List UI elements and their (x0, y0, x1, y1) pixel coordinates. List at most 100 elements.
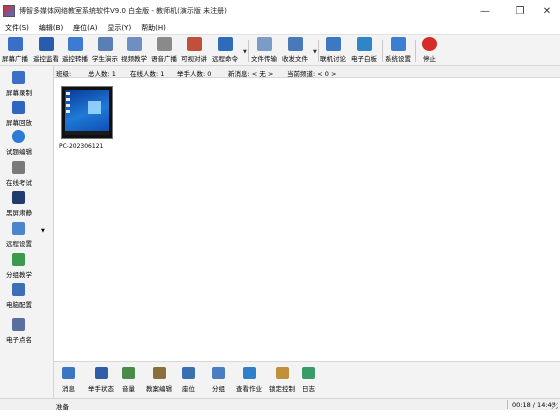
remote-relay-button[interactable]: 遥控转播 (62, 36, 88, 65)
desktop-wallpaper (65, 90, 109, 131)
class-label: 班级: (56, 70, 72, 78)
voice-broadcast-button[interactable]: 语音广播 (151, 36, 177, 65)
remote-command-button[interactable]: 远程命令 (212, 36, 238, 65)
remote-monitor-button[interactable]: 遥控监看 (33, 36, 59, 65)
view-homework-button[interactable]: 查看作业 (236, 367, 262, 397)
log-icon (302, 367, 315, 379)
playback-icon (12, 101, 25, 114)
volume-button[interactable]: 音量 (122, 367, 135, 397)
computer-icon (12, 283, 25, 296)
sidebar-item-pc-config[interactable]: 电脑配置 (0, 282, 54, 312)
monitor-grid-icon (38, 37, 54, 51)
video-icon (126, 37, 142, 51)
current-channel-status: 当前频道: < 0 > (287, 70, 337, 78)
folder-icon (287, 37, 303, 51)
toolbar-separator (318, 40, 319, 62)
gear-icon (390, 37, 406, 51)
hand-raise-status-button[interactable]: 举手状态 (88, 367, 114, 397)
class-stats-bar: 班级: 总人数: 1 在线人数: 1 举手人数: 0 新消息: < 无 > 当前… (54, 66, 560, 78)
remote-settings-dropdown-icon[interactable]: ▼ (41, 228, 45, 234)
sidebar-item-black-screen[interactable]: 黑屏肃静 (0, 190, 54, 220)
taskbar (65, 131, 109, 135)
sidebar-item-roll-call[interactable]: 电子点名 (0, 317, 54, 347)
student-pc-tile[interactable]: PC-202306121 (59, 86, 113, 152)
online-discussion-button[interactable]: 联机讨论 (320, 36, 346, 65)
seat-button[interactable]: 座位 (182, 367, 195, 397)
roll-call-icon (12, 318, 25, 331)
microphone-icon (156, 37, 172, 51)
group-icon (212, 367, 225, 379)
menu-edit[interactable]: 编辑(B) (34, 23, 68, 33)
status-text: 准备 (56, 403, 69, 411)
volume-icon (122, 367, 135, 379)
minimize-button[interactable]: — (470, 0, 500, 22)
command-icon (217, 37, 233, 51)
monitor-icon (7, 37, 23, 51)
message-button[interactable]: 消息 (62, 367, 75, 397)
toolbar-separator (415, 40, 416, 62)
log-button[interactable]: 日志 (302, 367, 315, 397)
windows-logo-icon (88, 101, 101, 114)
lesson-plan-edit-button[interactable]: 教案编辑 (146, 367, 172, 397)
sidebar-item-group-teaching[interactable]: 分组教学 (0, 252, 54, 282)
video-intercom-button[interactable]: 可视对讲 (181, 36, 207, 65)
screen-broadcast-button[interactable]: 屏幕广播 (2, 36, 28, 65)
close-button[interactable]: ✕ (532, 0, 560, 22)
new-message-status: 新消息: < 无 > (228, 70, 274, 78)
sidebar-item-screen-record[interactable]: 屏幕录制 (0, 70, 54, 100)
lock-icon (275, 367, 289, 379)
relay-icon (67, 37, 83, 51)
remote-command-dropdown-icon[interactable]: ▼ (243, 49, 247, 55)
remote-settings-icon (12, 222, 25, 235)
system-settings-button[interactable]: 系统设置 (385, 36, 411, 65)
message-icon (62, 367, 75, 379)
desktop-icons (66, 92, 70, 116)
student-pc-name: PC-202306121 (59, 143, 104, 150)
send-receive-dropdown-icon[interactable]: ▼ (313, 49, 317, 55)
homework-icon (242, 367, 256, 379)
maximize-button[interactable]: ❐ (505, 0, 535, 22)
video-teaching-button[interactable]: 视频教学 (121, 36, 147, 65)
menu-help[interactable]: 帮助(H) (136, 23, 171, 33)
sidebar-item-remote-settings[interactable]: 远程设置 ▼ (0, 221, 54, 251)
menu-file[interactable]: 文件(S) (0, 23, 34, 33)
lesson-plan-icon (152, 367, 166, 379)
window-title: 博智多媒体网络教室系统软件V9.0 白金版 - 教师机(演示版 未注册) (19, 7, 227, 15)
intercom-icon (186, 37, 202, 51)
student-grid: PC-202306121 (54, 78, 560, 361)
lock-control-button[interactable]: 锁定控制 (269, 367, 295, 397)
seat-icon (182, 367, 195, 379)
sidebar-item-screen-playback[interactable]: 屏幕回放 (0, 100, 54, 130)
send-receive-file-button[interactable]: 收发文件 (282, 36, 308, 65)
record-icon (12, 71, 25, 84)
resize-grip-icon[interactable] (551, 402, 558, 409)
student-screen-thumbnail[interactable] (61, 86, 113, 139)
bottom-toolbar: 消息 举手状态 音量 教案编辑 座位 分组 查看作业 锁定控制 日志 (54, 361, 560, 398)
menu-seat[interactable]: 座位(A) (68, 23, 102, 33)
sidebar-item-exam-editor[interactable]: 试题编辑 (0, 129, 54, 159)
student-demo-button[interactable]: 学生演示 (92, 36, 118, 65)
stop-icon (422, 37, 437, 51)
session-timer: 00:18 / 14:43 (512, 401, 556, 409)
online-count: 在线人数: 1 (130, 70, 165, 78)
title-bar: 博智多媒体网络教室系统软件V9.0 白金版 - 教师机(演示版 未注册) — ❐… (0, 0, 560, 22)
file-icon (256, 37, 272, 51)
chat-icon (325, 37, 341, 51)
hands-count: 举手人数: 0 (177, 70, 212, 78)
total-count: 总人数: 1 (88, 70, 116, 78)
status-bar: 准备 00:18 / 14:43 (0, 398, 560, 411)
black-screen-icon (12, 191, 25, 204)
toolbar-separator (248, 40, 249, 62)
hand-icon (94, 367, 108, 379)
whiteboard-button[interactable]: 电子白板 (351, 36, 377, 65)
file-transfer-button[interactable]: 文件传输 (251, 36, 277, 65)
stop-button[interactable]: 停止 (422, 36, 437, 65)
info-icon (12, 130, 25, 143)
left-sidebar: 屏幕录制 屏幕回放 试题编辑 在线考试 黑屏肃静 远程设置 ▼ 分组教学 电脑配… (0, 66, 54, 398)
menu-view[interactable]: 显示(Y) (102, 23, 136, 33)
document-icon (12, 161, 25, 174)
status-divider (507, 400, 508, 409)
sidebar-item-online-exam[interactable]: 在线考试 (0, 160, 54, 190)
menu-bar: 文件(S) 编辑(B) 座位(A) 显示(Y) 帮助(H) (0, 22, 560, 34)
group-button[interactable]: 分组 (212, 367, 225, 397)
